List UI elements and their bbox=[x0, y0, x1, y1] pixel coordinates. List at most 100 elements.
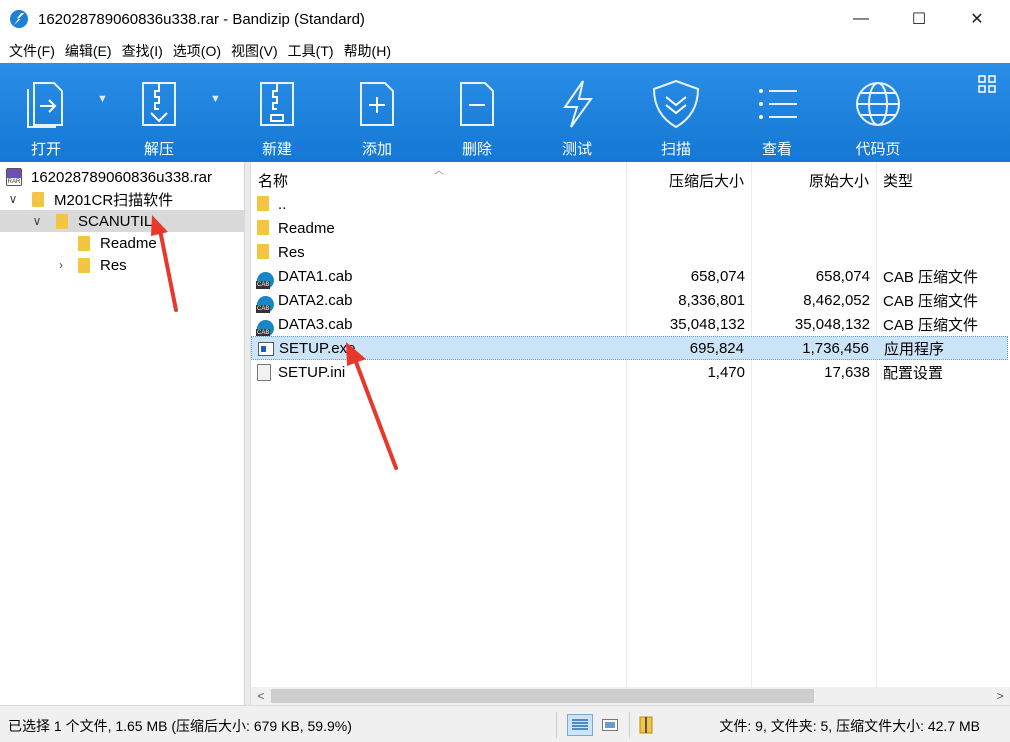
folder-icon bbox=[78, 235, 90, 251]
open-label: 打开 bbox=[30, 141, 61, 158]
column-header-compressed[interactable]: 压缩后大小 bbox=[669, 170, 744, 191]
minimize-button[interactable]: — bbox=[838, 0, 884, 38]
expanded-chevron-icon[interactable]: ∨ bbox=[30, 214, 44, 228]
bandizip-logo-icon bbox=[10, 10, 28, 28]
thumbnail-view-icon[interactable] bbox=[597, 714, 623, 736]
folder-icon bbox=[257, 244, 269, 259]
shield-icon bbox=[649, 77, 703, 131]
tree-scanutil-label: SCANUTIL bbox=[78, 212, 153, 230]
horizontal-scrollbar[interactable]: < > bbox=[251, 687, 1010, 705]
file-row[interactable]: Readme bbox=[251, 216, 1008, 240]
scrollbar-thumb[interactable] bbox=[271, 689, 814, 703]
status-divider bbox=[556, 712, 557, 738]
scan-label: 扫描 bbox=[660, 141, 691, 158]
file-compressed-size: 8,336,801 bbox=[678, 291, 745, 309]
file-type: 应用程序 bbox=[884, 340, 945, 358]
window-title: 162028789060836u338.rar - Bandizip (Stan… bbox=[38, 10, 365, 28]
file-original-size: 1,736,456 bbox=[802, 339, 869, 357]
open-button[interactable]: 打开 bbox=[22, 63, 70, 162]
add-button[interactable]: 添加 bbox=[354, 63, 400, 162]
file-name: Res bbox=[278, 243, 305, 261]
file-type: CAB 压缩文件 bbox=[883, 316, 979, 334]
close-button[interactable]: ✕ bbox=[954, 0, 1000, 38]
scan-button[interactable]: 扫描 bbox=[648, 63, 704, 162]
column-header-type[interactable]: 类型 bbox=[883, 170, 913, 191]
exe-file-icon bbox=[258, 342, 274, 356]
file-compressed-size: 658,074 bbox=[690, 267, 745, 285]
expanded-chevron-icon[interactable]: ∨ bbox=[6, 192, 20, 206]
file-compressed-size: 1,470 bbox=[707, 363, 745, 381]
file-row[interactable]: Res bbox=[251, 240, 1008, 264]
file-row[interactable]: DATA1.cab 658,074 658,074 CAB 压缩文件 bbox=[251, 264, 1008, 289]
cab-file-icon bbox=[256, 271, 274, 289]
codepage-button[interactable]: 代码页 bbox=[850, 63, 906, 162]
tree-root-folder-label: M201CR扫描软件 bbox=[54, 191, 174, 209]
status-divider bbox=[629, 712, 630, 738]
file-compressed-size: 695,824 bbox=[689, 339, 744, 357]
folder-tree: RAR 162028789060836u338.rar ∨ M201CR扫描软件… bbox=[0, 162, 245, 705]
folder-icon bbox=[78, 257, 90, 273]
ini-file-icon bbox=[257, 364, 271, 381]
file-name: Readme bbox=[278, 219, 335, 237]
tree-item-root-folder[interactable]: ∨ M201CR扫描软件 bbox=[0, 188, 245, 210]
file-original-size: 658,074 bbox=[815, 267, 870, 285]
menu-options[interactable]: 选项(O) bbox=[170, 41, 224, 61]
rar-file-icon: RAR bbox=[6, 168, 22, 186]
lightning-icon bbox=[554, 77, 600, 131]
toolbar: 打开 ▼ 解压 ▼ 新建 添加 删除 测试 扫描 查看 代码页 bbox=[0, 63, 1010, 162]
tree-item-readme[interactable]: Readme bbox=[0, 232, 245, 254]
selection-status: 已选择 1 个文件, 1.65 MB (压缩后大小: 679 KB, 59.9%… bbox=[8, 718, 352, 734]
file-row[interactable]: .. bbox=[251, 192, 1008, 216]
column-header-original[interactable]: 原始大小 bbox=[809, 170, 869, 191]
tree-readme-label: Readme bbox=[100, 234, 157, 252]
tree-item-res[interactable]: › Res bbox=[0, 254, 245, 276]
layout-grid-icon[interactable] bbox=[978, 75, 996, 93]
file-name: DATA3.cab bbox=[278, 315, 353, 333]
tree-item-archive[interactable]: RAR 162028789060836u338.rar bbox=[0, 166, 245, 188]
column-header-name[interactable]: 名称 bbox=[258, 170, 288, 191]
add-file-icon bbox=[354, 77, 400, 131]
menu-help[interactable]: 帮助(H) bbox=[341, 41, 394, 61]
extract-dropdown-chevron-icon[interactable]: ▼ bbox=[210, 93, 221, 105]
test-button[interactable]: 测试 bbox=[554, 63, 600, 162]
file-name: DATA1.cab bbox=[278, 267, 353, 285]
delete-label: 删除 bbox=[461, 141, 492, 158]
list-view-icon bbox=[754, 77, 800, 131]
collapsed-chevron-icon[interactable]: › bbox=[54, 258, 68, 272]
menu-find[interactable]: 查找(I) bbox=[119, 41, 166, 61]
folder-icon bbox=[257, 196, 269, 211]
extract-button[interactable]: 解压 bbox=[134, 63, 184, 162]
file-name: SETUP.ini bbox=[278, 363, 346, 381]
file-row[interactable]: DATA3.cab 35,048,132 35,048,132 CAB 压缩文件 bbox=[251, 312, 1008, 337]
file-list: ︿ 名称 压缩后大小 原始大小 类型 .. Readme Res DATA1.c… bbox=[251, 162, 1010, 687]
new-button[interactable]: 新建 bbox=[254, 63, 300, 162]
file-row-selected[interactable]: SETUP.exe 695,824 1,736,456 应用程序 bbox=[251, 336, 1008, 360]
file-original-size: 35,048,132 bbox=[794, 315, 870, 333]
open-dropdown-chevron-icon[interactable]: ▼ bbox=[97, 93, 108, 105]
menu-tools[interactable]: 工具(T) bbox=[285, 41, 337, 61]
archive-info-icon[interactable] bbox=[634, 714, 660, 736]
file-name: DATA2.cab bbox=[278, 291, 353, 309]
view-button[interactable]: 查看 bbox=[754, 63, 800, 162]
menu-edit[interactable]: 编辑(E) bbox=[62, 41, 115, 61]
delete-button[interactable]: 删除 bbox=[454, 63, 500, 162]
file-row[interactable]: SETUP.ini 1,470 17,638 配置设置 bbox=[251, 360, 1008, 384]
view-label: 查看 bbox=[761, 141, 792, 158]
add-label: 添加 bbox=[361, 141, 392, 158]
test-label: 测试 bbox=[561, 141, 592, 158]
menu-file[interactable]: 文件(F) bbox=[6, 41, 58, 61]
file-row[interactable]: DATA2.cab 8,336,801 8,462,052 CAB 压缩文件 bbox=[251, 288, 1008, 313]
open-icon bbox=[23, 77, 69, 131]
scroll-right-arrow-icon[interactable]: > bbox=[992, 687, 1008, 705]
menu-view[interactable]: 视图(V) bbox=[228, 41, 281, 61]
tree-archive-label: 162028789060836u338.rar bbox=[31, 168, 213, 186]
maximize-button[interactable]: ☐ bbox=[896, 0, 942, 38]
scroll-left-arrow-icon[interactable]: < bbox=[253, 687, 269, 705]
sort-ascending-icon: ︿ bbox=[434, 166, 444, 177]
tree-res-label: Res bbox=[100, 256, 127, 274]
cab-file-icon bbox=[256, 319, 274, 337]
tree-item-scanutil[interactable]: ∨ SCANUTIL bbox=[0, 210, 245, 232]
details-view-icon[interactable] bbox=[567, 714, 593, 736]
new-label: 新建 bbox=[261, 141, 292, 158]
delete-file-icon bbox=[454, 77, 500, 131]
